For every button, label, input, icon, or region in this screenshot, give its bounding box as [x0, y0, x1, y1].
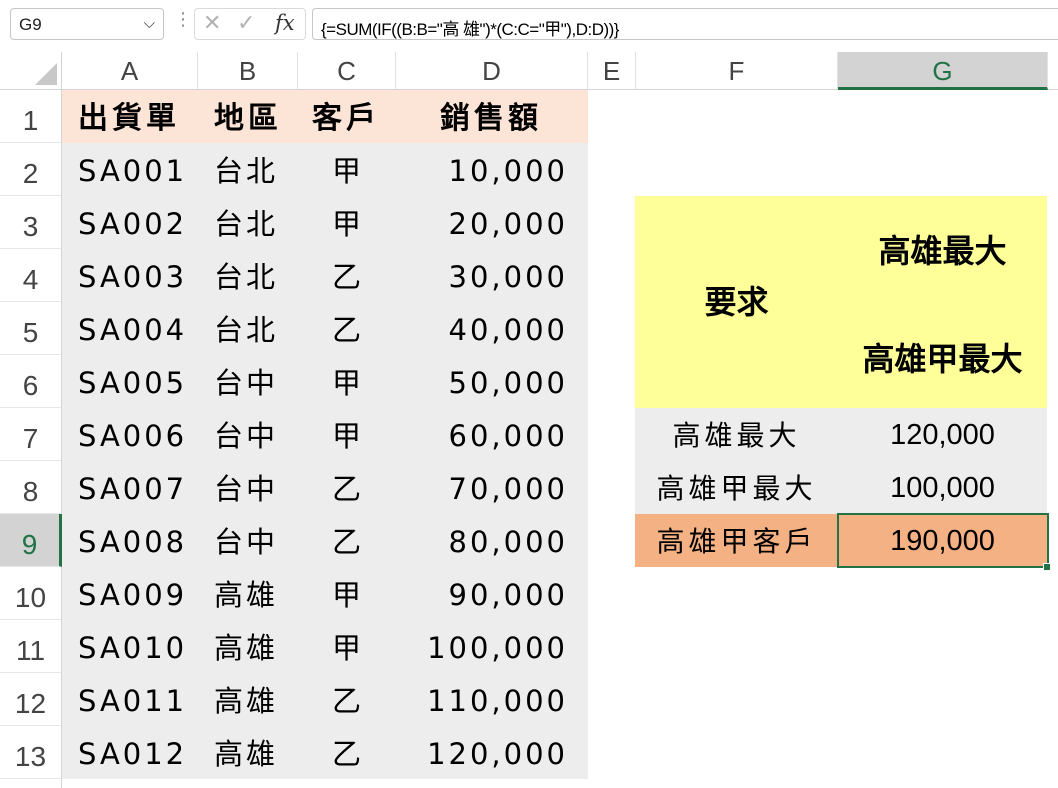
order-cell[interactable]: SA010	[78, 622, 196, 675]
row-header-5[interactable]: 5	[0, 302, 62, 355]
order-cell[interactable]: SA004	[78, 304, 196, 357]
customer-cell[interactable]: 乙	[332, 304, 372, 357]
requirement-label[interactable]: 要求	[635, 196, 838, 408]
column-header-c[interactable]: C	[298, 52, 396, 90]
customer-cell[interactable]: 甲	[332, 198, 372, 251]
active-cell-g9[interactable]	[837, 513, 1049, 568]
region-cell[interactable]: 台北	[214, 198, 294, 251]
region-cell[interactable]: 台中	[214, 516, 294, 569]
region-cell[interactable]: 高雄	[214, 569, 294, 622]
order-cell[interactable]: SA003	[78, 251, 196, 304]
name-box[interactable]: G9 ⌵	[10, 8, 164, 40]
sales-cell[interactable]: 20,000	[410, 198, 568, 251]
region-cell[interactable]: 台中	[214, 410, 294, 463]
region-cell[interactable]: 台北	[214, 304, 294, 357]
customer-cell[interactable]: 甲	[332, 569, 372, 622]
row-header-2[interactable]: 2	[0, 143, 62, 196]
row-header-10[interactable]: 10	[0, 567, 62, 620]
region-cell[interactable]: 台中	[214, 357, 294, 410]
region-cell[interactable]: 台北	[214, 251, 294, 304]
insert-function-icon[interactable]: fx	[275, 11, 295, 35]
header-cell-order[interactable]: 出貨單	[78, 92, 180, 145]
summary-value-1[interactable]: 120,000	[838, 409, 1047, 462]
enter-icon[interactable]: ✓	[237, 11, 255, 36]
summary-label-3[interactable]: 高雄甲客戶	[635, 515, 838, 568]
row-header-8[interactable]: 8	[0, 461, 62, 514]
order-cell[interactable]: SA006	[78, 410, 196, 463]
row-header-9[interactable]: 9	[0, 514, 62, 567]
sales-cell[interactable]: 60,000	[410, 410, 568, 463]
header-cell-region[interactable]: 地區	[214, 92, 282, 145]
column-header-d[interactable]: D	[396, 52, 588, 90]
header-cell-sales[interactable]: 銷售額	[440, 92, 542, 145]
more-options-icon[interactable]: ⋮	[174, 11, 192, 29]
row-header-12[interactable]: 12	[0, 673, 62, 726]
row-header-14[interactable]	[0, 779, 62, 788]
column-header-g[interactable]: G	[838, 52, 1048, 90]
order-cell[interactable]: SA008	[78, 516, 196, 569]
requirement-line-2[interactable]: 高雄甲最大	[838, 334, 1047, 380]
customer-cell[interactable]: 乙	[332, 251, 372, 304]
order-cell[interactable]: SA002	[78, 198, 196, 251]
order-cell[interactable]: SA001	[78, 145, 196, 198]
customer-cell[interactable]: 乙	[332, 516, 372, 569]
order-cell[interactable]: SA007	[78, 463, 196, 516]
sales-cell[interactable]: 120,000	[410, 728, 568, 781]
customer-cell[interactable]: 甲	[332, 622, 372, 675]
row-header-1[interactable]: 1	[0, 90, 62, 143]
column-header-b[interactable]: B	[198, 52, 298, 90]
cancel-icon[interactable]: ✕	[203, 11, 221, 36]
formula-text: {=SUM(IF((B:B="高 雄")*(C:C="甲"),D:D))}	[321, 20, 619, 39]
select-all-button[interactable]	[0, 52, 62, 90]
sales-cell[interactable]: 80,000	[410, 516, 568, 569]
header-cell-customer[interactable]: 客戶	[312, 92, 380, 145]
region-cell[interactable]: 高雄	[214, 675, 294, 728]
region-cell[interactable]: 高雄	[214, 728, 294, 781]
region-cell[interactable]: 高雄	[214, 622, 294, 675]
sales-cell[interactable]: 110,000	[410, 675, 568, 728]
fill-handle[interactable]	[1043, 563, 1051, 571]
customer-cell[interactable]: 乙	[332, 728, 372, 781]
requirement-line-1[interactable]: 高雄最大	[838, 226, 1047, 272]
column-header-f[interactable]: F	[636, 52, 838, 90]
customer-cell[interactable]: 甲	[332, 410, 372, 463]
column-header-h[interactable]	[1048, 52, 1058, 90]
order-cell[interactable]: SA012	[78, 728, 196, 781]
column-header-a[interactable]: A	[62, 52, 198, 90]
sales-cell[interactable]: 90,000	[410, 569, 568, 622]
customer-cell[interactable]: 甲	[332, 145, 372, 198]
row-header-11[interactable]: 11	[0, 620, 62, 673]
sales-cell[interactable]: 40,000	[410, 304, 568, 357]
select-all-icon	[35, 63, 57, 85]
name-box-value: G9	[19, 15, 42, 34]
customer-cell[interactable]: 乙	[332, 463, 372, 516]
region-cell[interactable]: 台北	[214, 145, 294, 198]
sales-cell[interactable]: 50,000	[410, 357, 568, 410]
formula-input[interactable]: {=SUM(IF((B:B="高 雄")*(C:C="甲"),D:D))}	[312, 8, 1058, 40]
customer-cell[interactable]: 甲	[332, 357, 372, 410]
row-header-3[interactable]: 3	[0, 196, 62, 249]
order-cell[interactable]: SA005	[78, 357, 196, 410]
formula-buttons: ✕ ✓ fx	[194, 8, 306, 40]
formula-bar: G9 ⌵ ⋮ ✕ ✓ fx {=SUM(IF((B:B="高 雄")*(C:C=…	[0, 0, 1058, 52]
summary-label-1[interactable]: 高雄最大	[635, 409, 838, 462]
sales-cell[interactable]: 30,000	[410, 251, 568, 304]
summary-value-2[interactable]: 100,000	[838, 462, 1047, 515]
order-cell[interactable]: SA009	[78, 569, 196, 622]
customer-cell[interactable]: 乙	[332, 675, 372, 728]
column-header-e[interactable]: E	[588, 52, 636, 90]
order-cell[interactable]: SA011	[78, 675, 196, 728]
summary-label-2[interactable]: 高雄甲最大	[635, 462, 838, 515]
sales-cell[interactable]: 10,000	[410, 145, 568, 198]
row-header-6[interactable]: 6	[0, 355, 62, 408]
chevron-down-icon[interactable]: ⌵	[144, 14, 155, 32]
sales-cell[interactable]: 70,000	[410, 463, 568, 516]
row-header-4[interactable]: 4	[0, 249, 62, 302]
row-header-7[interactable]: 7	[0, 408, 62, 461]
region-cell[interactable]: 台中	[214, 463, 294, 516]
sales-cell[interactable]: 100,000	[410, 622, 568, 675]
row-header-13[interactable]: 13	[0, 726, 62, 779]
